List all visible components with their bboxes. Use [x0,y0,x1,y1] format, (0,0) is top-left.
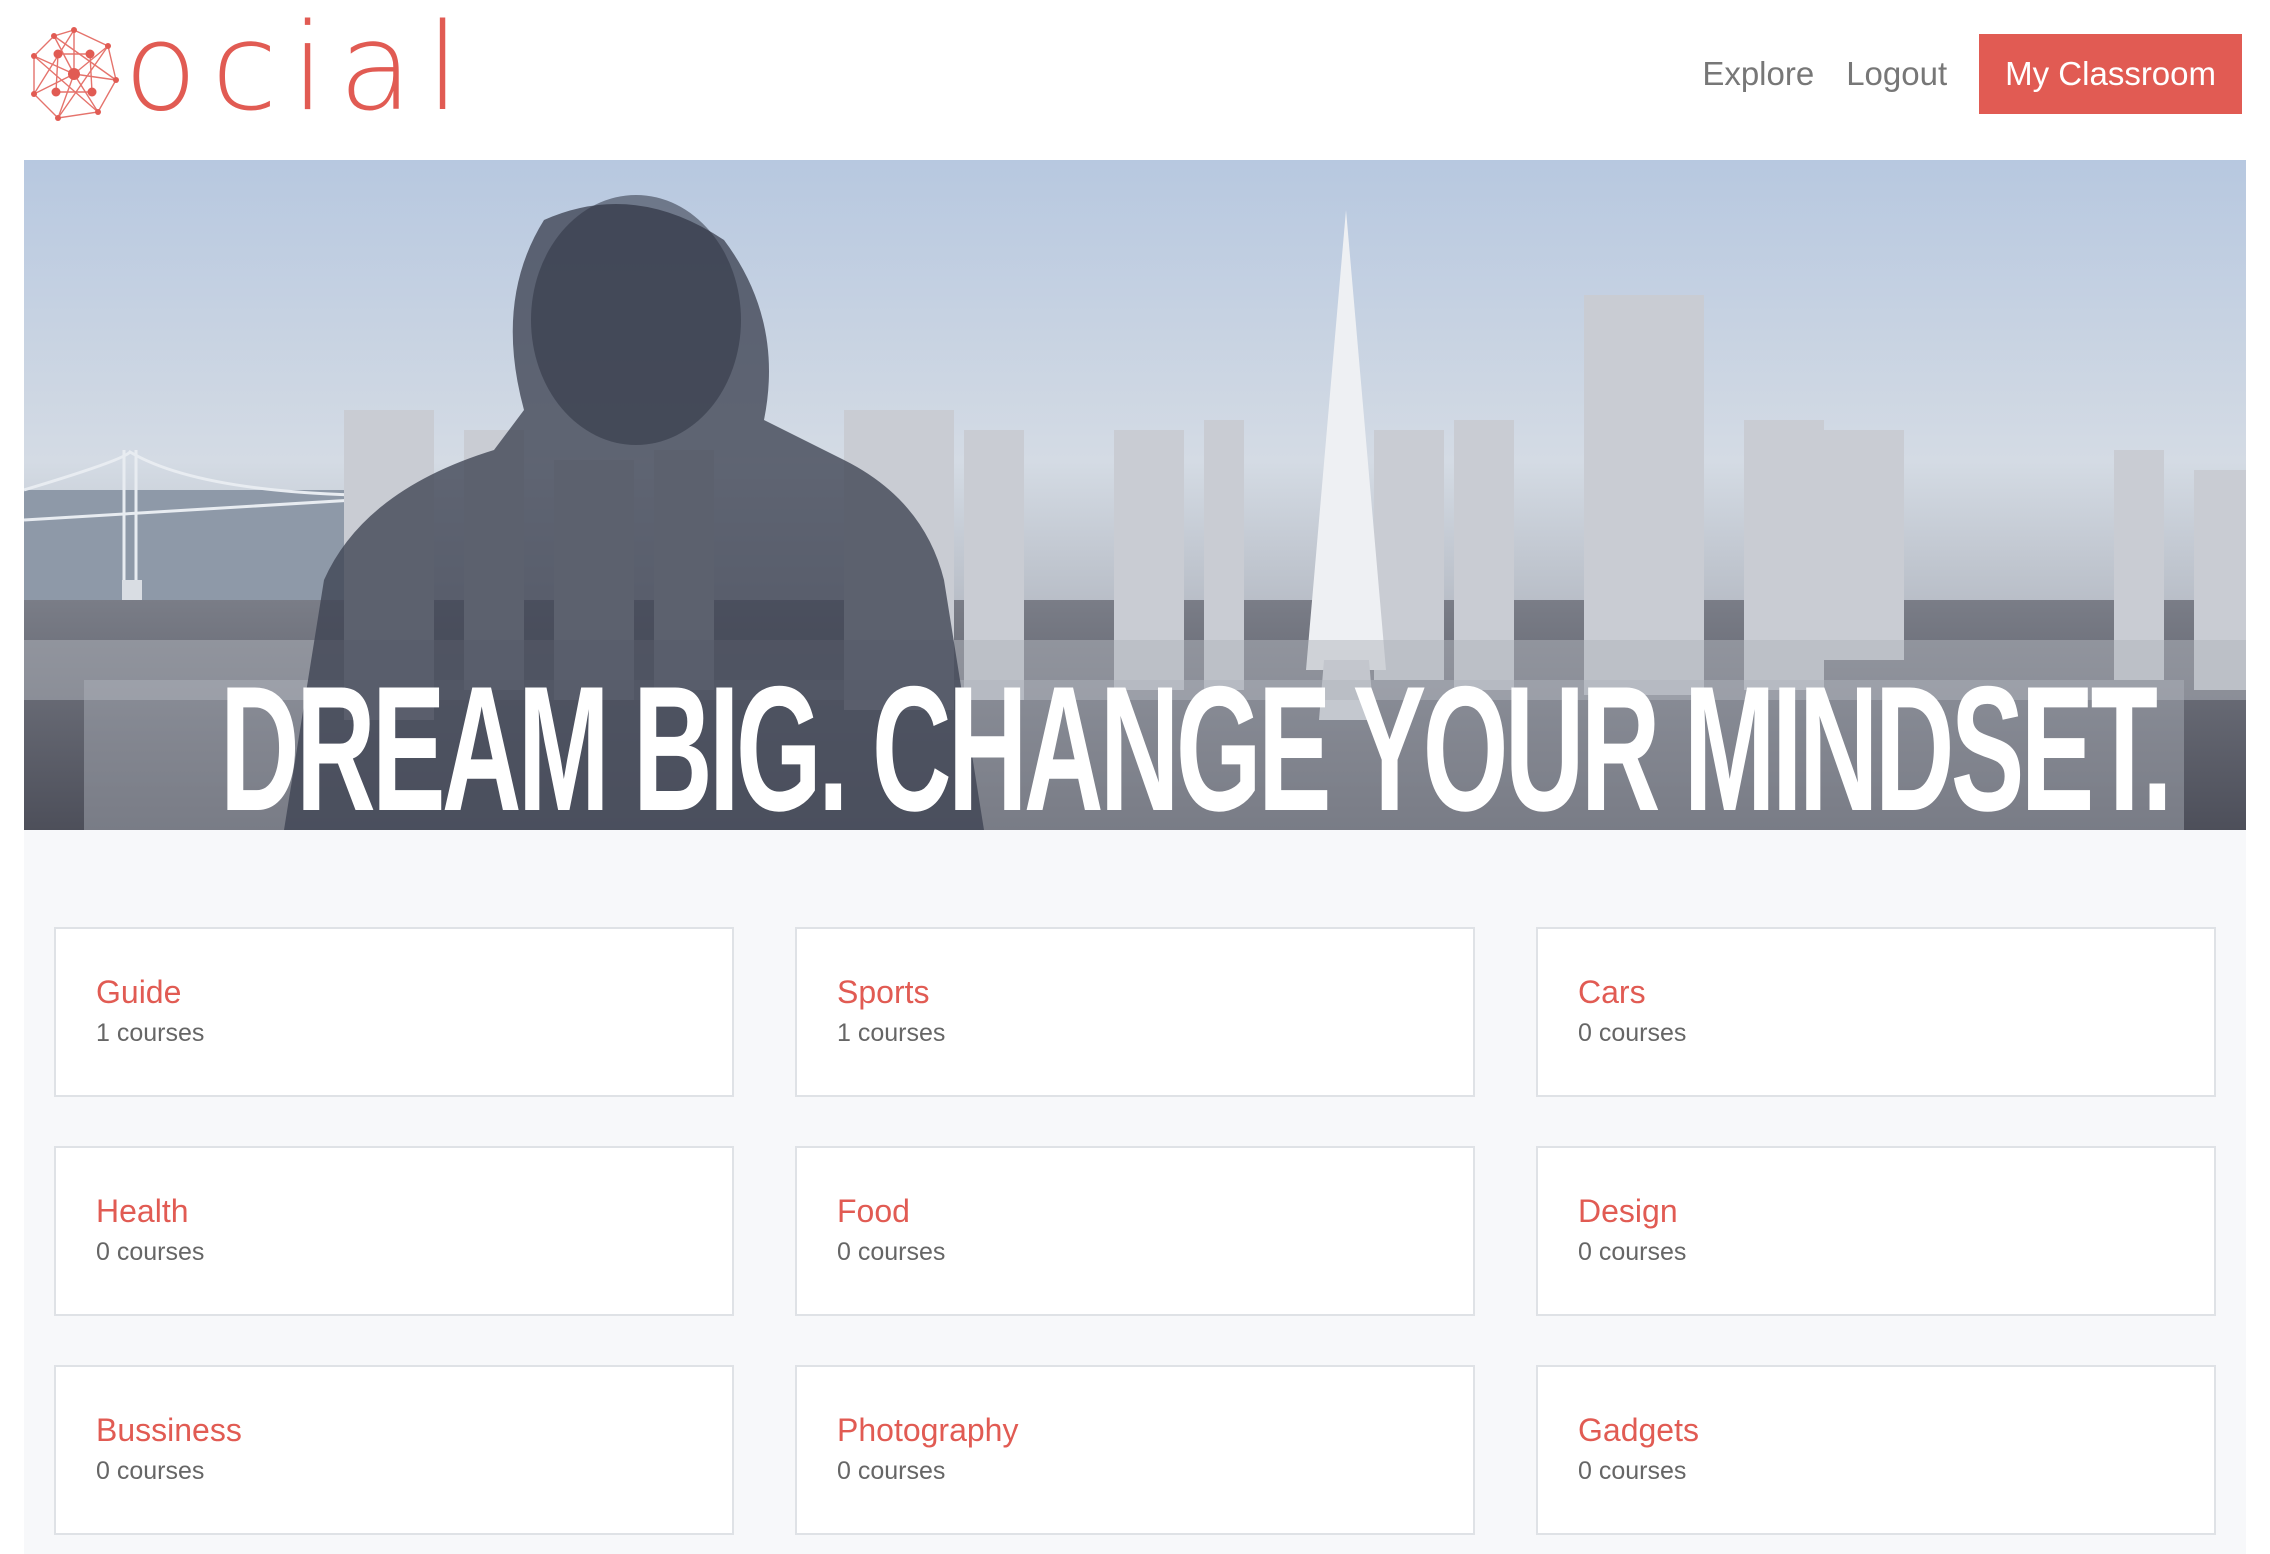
category-card-business[interactable]: Bussiness 0 courses [54,1365,734,1535]
category-card-food[interactable]: Food 0 courses [795,1146,1475,1316]
categories-section: Guide 1 courses Sports 1 courses Cars 0 … [24,830,2246,1554]
category-card-sports[interactable]: Sports 1 courses [795,927,1475,1097]
category-title: Photography [837,1412,1019,1448]
category-course-count: 0 courses [837,1457,946,1486]
top-nav: Explore Logout My Classroom [1702,34,2242,114]
category-grid: Guide 1 courses Sports 1 courses Cars 0 … [54,927,2216,1535]
category-course-count: 0 courses [96,1238,205,1267]
category-card-gadgets[interactable]: Gadgets 0 courses [1536,1365,2216,1535]
category-card-guide[interactable]: Guide 1 courses [54,927,734,1097]
brand-wordmark: ocial [124,0,474,138]
category-course-count: 1 courses [837,1019,946,1048]
category-title: Guide [96,974,182,1010]
navbar: ocial Explore Logout My Classroom [0,0,2270,160]
nav-logout-link[interactable]: Logout [1846,55,1947,93]
my-classroom-button[interactable]: My Classroom [1979,34,2242,114]
category-course-count: 0 courses [1578,1238,1687,1267]
nav-explore-link[interactable]: Explore [1702,55,1814,93]
category-title: Health [96,1193,189,1229]
category-course-count: 0 courses [1578,1019,1687,1048]
category-title: Gadgets [1578,1412,1699,1448]
category-course-count: 0 courses [96,1457,205,1486]
category-course-count: 0 courses [1578,1457,1687,1486]
hero-banner: DREAM BIG. CHANGE YOUR MINDSET. [24,160,2246,830]
category-title: Food [837,1193,910,1229]
category-course-count: 1 courses [96,1019,205,1048]
category-card-cars[interactable]: Cars 0 courses [1536,927,2216,1097]
network-logo-icon [31,27,119,121]
category-title: Bussiness [96,1412,242,1448]
hero-headline: DREAM BIG. CHANGE YOUR MINDSET. [220,649,2173,831]
category-card-health[interactable]: Health 0 courses [54,1146,734,1316]
category-course-count: 0 courses [837,1238,946,1267]
brand-logo[interactable]: ocial [28,9,508,134]
category-title: Design [1578,1193,1678,1229]
category-card-design[interactable]: Design 0 courses [1536,1146,2216,1316]
category-title: Cars [1578,974,1646,1010]
category-card-photography[interactable]: Photography 0 courses [795,1365,1475,1535]
category-title: Sports [837,974,930,1010]
